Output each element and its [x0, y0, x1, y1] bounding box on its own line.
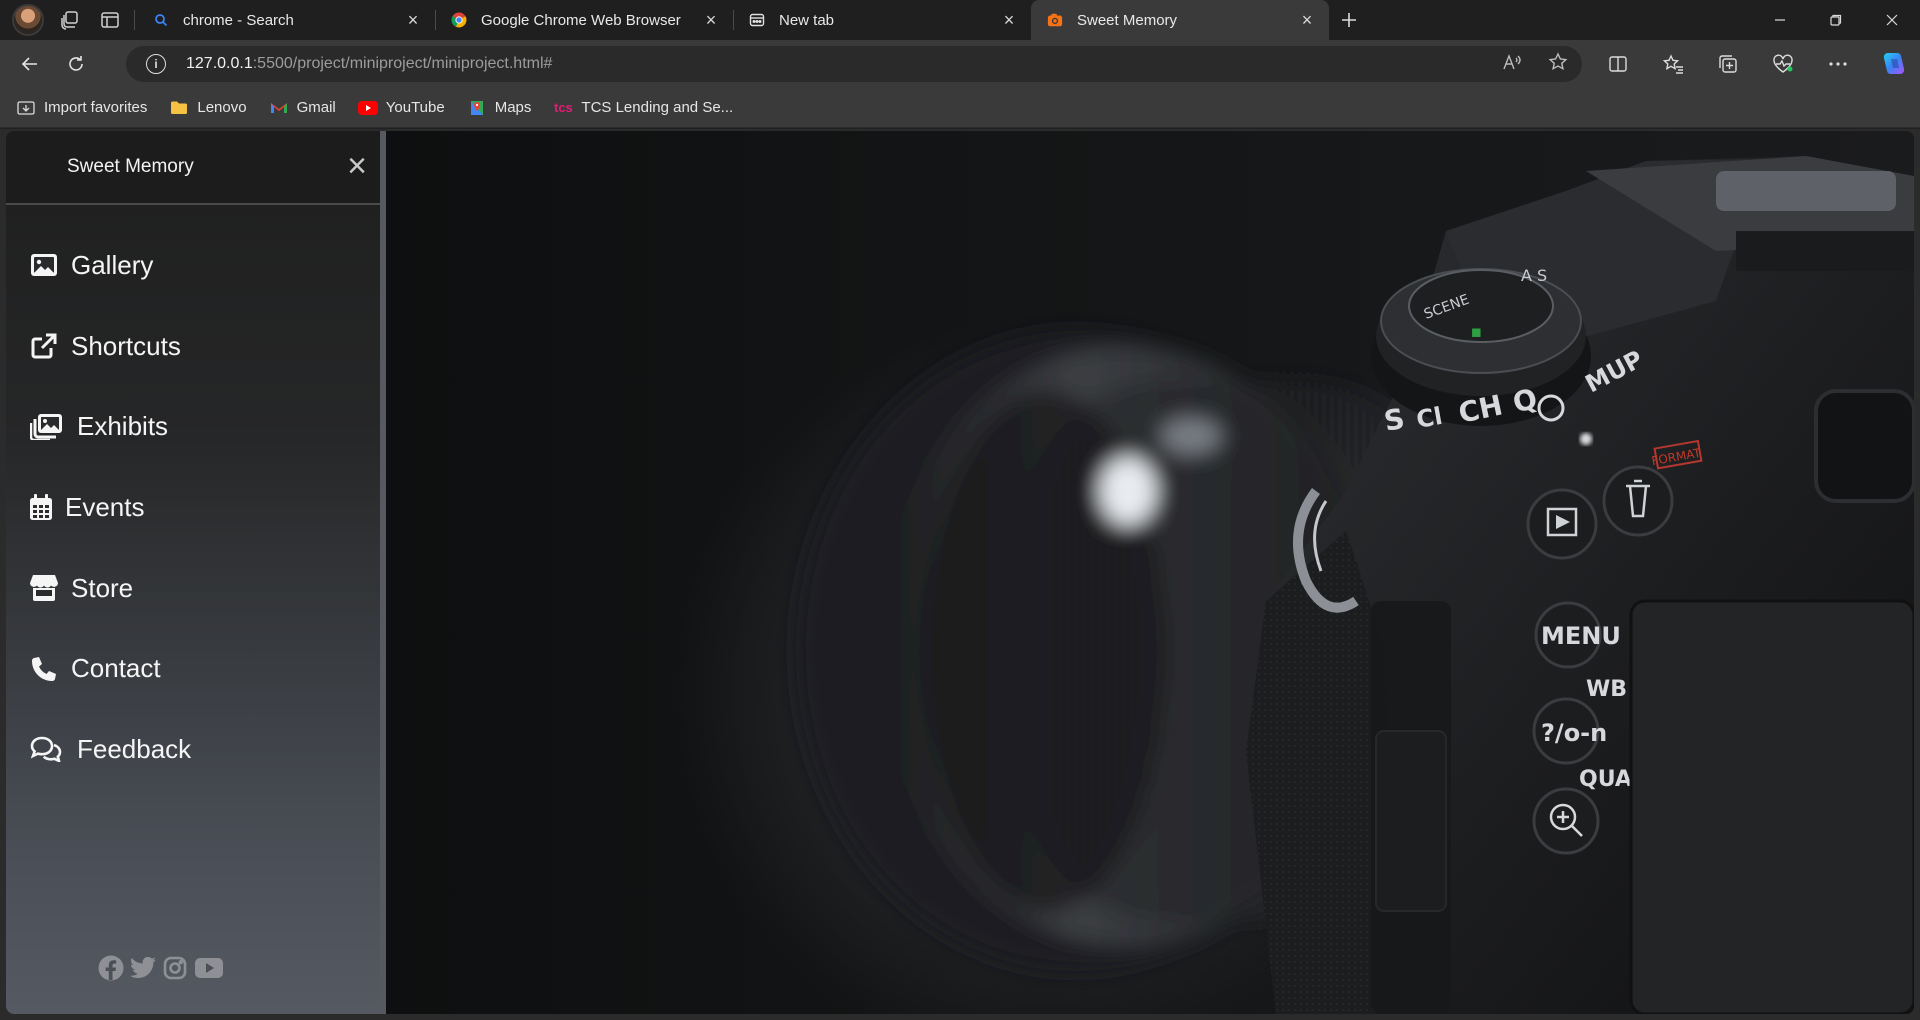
hero-camera-image: SCENE A S ◼ S Cl CH Q MUP FORMAT MENU WB…: [386, 131, 1914, 1014]
new-tab-page-icon: [749, 12, 765, 28]
tab-chrome-search[interactable]: chrome - Search ×: [137, 0, 435, 40]
close-window-icon[interactable]: [1864, 0, 1920, 40]
svg-text:Cl: Cl: [1414, 402, 1444, 434]
close-tab-icon[interactable]: ×: [405, 11, 421, 29]
camera-illustration: SCENE A S ◼ S Cl CH Q MUP FORMAT MENU WB…: [796, 156, 1914, 1014]
sidebar-divider: [380, 131, 386, 1014]
maps-icon: [467, 99, 487, 117]
chrome-logo-icon: [451, 12, 467, 28]
tab-new-tab[interactable]: New tab ×: [733, 0, 1031, 40]
copilot-icon[interactable]: [1865, 40, 1920, 88]
tab-google-chrome[interactable]: Google Chrome Web Browser ×: [435, 0, 733, 40]
browser-essentials-icon[interactable]: [1755, 40, 1810, 88]
page-viewport: SCENE A S ◼ S Cl CH Q MUP FORMAT MENU WB…: [0, 129, 1920, 1020]
tab-title: Google Chrome Web Browser: [481, 11, 681, 29]
minimize-icon[interactable]: [1752, 0, 1808, 40]
collections-icon[interactable]: [1700, 40, 1755, 88]
sidebar-item-label: Contact: [71, 653, 161, 684]
site-info-icon[interactable]: i: [146, 54, 166, 74]
refresh-icon[interactable]: [56, 46, 96, 82]
sidebar-item-gallery[interactable]: Gallery: [6, 225, 380, 306]
favorite-star-icon[interactable]: [1548, 51, 1568, 77]
bookmark-lenovo[interactable]: Lenovo: [169, 99, 247, 117]
url-text: 127.0.0.1:5500/project/miniproject/minip…: [186, 55, 553, 72]
bookmark-tcs[interactable]: tcs TCS Lending and Se...: [553, 99, 733, 117]
image-icon: [29, 251, 59, 279]
folder-icon: [169, 99, 189, 117]
bookmark-maps[interactable]: Maps: [467, 99, 531, 117]
phone-icon: [29, 655, 59, 683]
new-tab-button[interactable]: [1331, 4, 1367, 36]
tab-sweet-memory[interactable]: Sweet Memory ×: [1031, 0, 1329, 40]
workspaces-icon[interactable]: [52, 4, 88, 36]
youtube-icon[interactable]: [194, 955, 224, 981]
instagram-icon[interactable]: [162, 955, 188, 981]
svg-text:A S: A S: [1521, 266, 1547, 285]
restore-icon[interactable]: [1808, 0, 1864, 40]
youtube-icon: [357, 99, 378, 117]
site-title: Sweet Memory: [67, 156, 194, 177]
bookmark-import-favorites[interactable]: Import favorites: [16, 99, 147, 117]
sidebar-item-label: Shortcuts: [71, 330, 181, 361]
window-controls: [1752, 0, 1920, 40]
sidebar-item-label: Exhibits: [77, 411, 169, 442]
more-options-icon[interactable]: [1810, 40, 1865, 88]
close-sidebar-icon[interactable]: ×: [344, 149, 370, 183]
facebook-icon[interactable]: [98, 955, 124, 981]
store-icon: [29, 574, 59, 602]
read-aloud-icon[interactable]: [1502, 53, 1522, 76]
sidebar: Sweet Memory × Gallery Shortcuts Exhibit…: [6, 131, 380, 1014]
sidebar-menu: Gallery Shortcuts Exhibits Events Store …: [6, 225, 380, 790]
sidebar-item-store[interactable]: Store: [6, 548, 380, 629]
sidebar-item-label: Events: [65, 491, 145, 522]
twitter-icon[interactable]: [130, 955, 156, 981]
sidebar-item-label: Feedback: [77, 733, 192, 764]
sidebar-item-label: Store: [71, 572, 134, 603]
page-content: SCENE A S ◼ S Cl CH Q MUP FORMAT MENU WB…: [6, 131, 1914, 1014]
vertical-tabs-icon[interactable]: [92, 4, 128, 36]
camera-favicon-icon: [1047, 12, 1063, 28]
browser-toolbar: [1590, 40, 1920, 88]
bookmark-gmail[interactable]: Gmail: [269, 99, 336, 117]
address-bar[interactable]: i 127.0.0.1:5500/project/miniproject/min…: [126, 46, 1582, 82]
back-arrow-icon[interactable]: [10, 46, 50, 82]
bookmark-youtube[interactable]: YouTube: [357, 99, 445, 117]
sidebar-item-shortcuts[interactable]: Shortcuts: [6, 306, 380, 387]
tcs-icon: tcs: [554, 100, 573, 115]
calendar-icon: [29, 493, 53, 521]
tab-bar: chrome - Search × Google Chrome Web Brow…: [0, 0, 1920, 40]
close-tab-icon[interactable]: ×: [1299, 11, 1315, 29]
tab-title: New tab: [779, 11, 835, 29]
social-links: [98, 955, 224, 981]
bookmarks-bar: Import favorites Lenovo Gmail YouTube Ma…: [0, 88, 1920, 128]
sidebar-item-label: Gallery: [71, 249, 154, 280]
gmail-icon: [269, 99, 289, 117]
import-icon: [16, 99, 36, 117]
sidebar-item-exhibits[interactable]: Exhibits: [6, 386, 380, 467]
sidebar-header: Sweet Memory ×: [6, 131, 380, 205]
comments-icon: [29, 735, 63, 763]
search-icon: [153, 12, 169, 28]
tab-title: Sweet Memory: [1077, 11, 1178, 29]
close-tab-icon[interactable]: ×: [1001, 11, 1017, 29]
sidebar-item-events[interactable]: Events: [6, 467, 380, 548]
close-tab-icon[interactable]: ×: [703, 11, 719, 29]
svg-text:◼: ◼: [1471, 325, 1482, 340]
svg-text:?/o-n: ?/o-n: [1541, 719, 1607, 747]
navigation-bar: i 127.0.0.1:5500/project/miniproject/min…: [0, 40, 1920, 88]
svg-text:WB: WB: [1586, 677, 1627, 702]
external-link-icon: [29, 332, 59, 360]
profile-avatar[interactable]: [12, 4, 44, 36]
sidebar-item-feedback[interactable]: Feedback: [6, 709, 380, 790]
images-icon: [29, 413, 63, 441]
tab-title: chrome - Search: [183, 11, 294, 29]
favorites-icon[interactable]: [1645, 40, 1700, 88]
svg-text:MENU: MENU: [1541, 622, 1621, 650]
sidebar-item-contact[interactable]: Contact: [6, 628, 380, 709]
split-screen-icon[interactable]: [1590, 40, 1645, 88]
